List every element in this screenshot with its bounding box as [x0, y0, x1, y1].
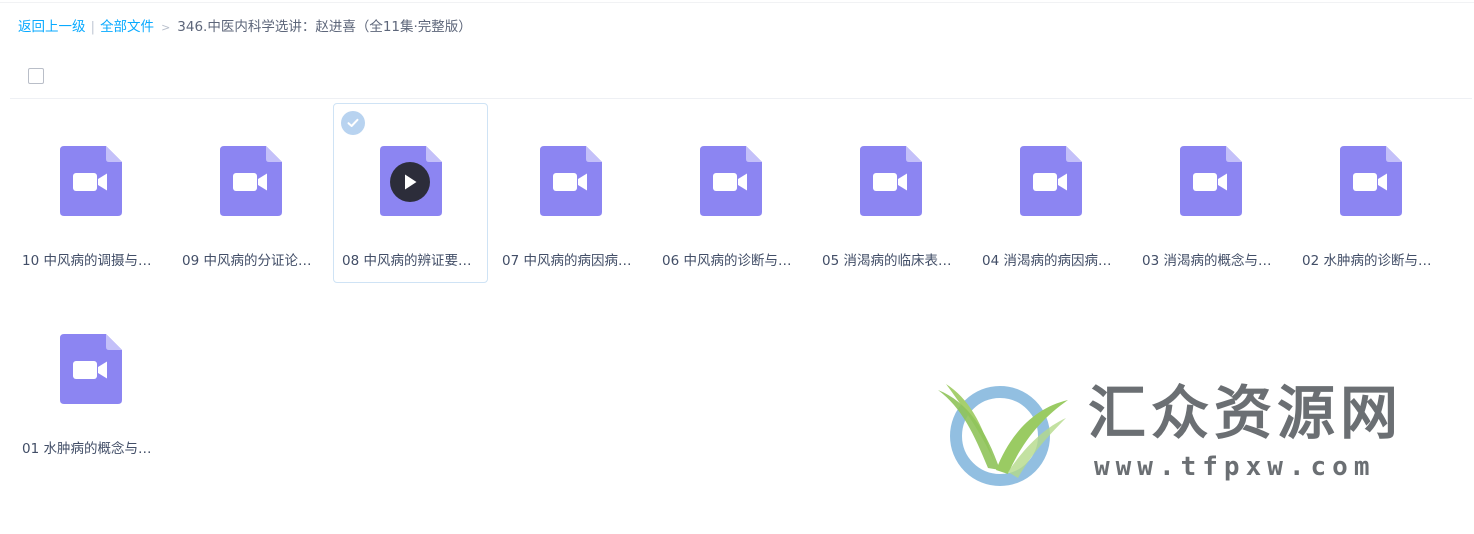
select-all-checkbox[interactable] [28, 68, 44, 84]
file-tile[interactable]: 04 消渴病的病因病机.mp4 [973, 103, 1128, 283]
file-name[interactable]: 06 中风病的诊断与鉴别.mp4 [662, 252, 802, 270]
breadcrumb-arrow: > [161, 21, 171, 34]
top-border [0, 2, 1474, 3]
video-file-icon [700, 146, 762, 216]
file-name[interactable]: 02 水肿病的诊断与治疗.mp4 [1302, 252, 1442, 270]
video-file-icon [60, 146, 122, 216]
current-folder: 346.中医内科学选讲：赵进喜（全11集·完整版） [177, 19, 472, 35]
file-name[interactable]: 10 中风病的调摄与预后.mp4 [22, 252, 162, 270]
file-tile-selected[interactable]: 08 中风病的辨证要点.mp4 [333, 103, 488, 283]
file-name[interactable]: 01 水肿病的概念与源流.mp4 [22, 440, 162, 458]
video-file-icon [860, 146, 922, 216]
file-tile[interactable]: 03 消渴病的概念与源流.mp4 [1133, 103, 1288, 283]
video-file-icon [1340, 146, 1402, 216]
toolbar-divider [10, 98, 1472, 99]
file-name[interactable]: 09 中风病的分证论治.mp4 [182, 252, 322, 270]
file-name[interactable]: 05 消渴病的临床表现.mp4 [822, 252, 962, 270]
breadcrumb: 返回上一级 | 全部文件 >346.中医内科学选讲：赵进喜（全11集·完整版） [18, 17, 472, 38]
file-tile[interactable]: 05 消渴病的临床表现.mp4 [813, 103, 968, 283]
video-file-icon [60, 334, 122, 404]
video-file-icon [540, 146, 602, 216]
video-file-icon [220, 146, 282, 216]
all-files-link[interactable]: 全部文件 [100, 19, 154, 35]
file-tile[interactable]: 02 水肿病的诊断与治疗.mp4 [1293, 103, 1448, 283]
file-tile[interactable]: 07 中风病的病因病机.mp4 [493, 103, 648, 283]
file-name[interactable]: 03 消渴病的概念与源流.mp4 [1142, 252, 1282, 270]
watermark-logo-icon [938, 384, 1068, 486]
breadcrumb-separator: | [90, 19, 96, 35]
file-tile[interactable]: 06 中风病的诊断与鉴别.mp4 [653, 103, 808, 283]
play-icon[interactable] [390, 162, 430, 202]
video-file-icon [380, 146, 442, 216]
back-link[interactable]: 返回上一级 [18, 19, 86, 35]
selected-check-icon[interactable] [341, 111, 365, 135]
video-file-icon [1180, 146, 1242, 216]
watermark-url: www.tfpxw.com [1094, 452, 1376, 482]
watermark: 汇众资源网 www.tfpxw.com [938, 378, 1438, 490]
video-file-icon [1020, 146, 1082, 216]
file-name[interactable]: 08 中风病的辨证要点.mp4 [342, 252, 482, 270]
file-tile[interactable]: 10 中风病的调摄与预后.mp4 [13, 103, 168, 283]
file-name[interactable]: 07 中风病的病因病机.mp4 [502, 252, 642, 270]
watermark-title: 汇众资源网 [1088, 379, 1404, 447]
file-name[interactable]: 04 消渴病的病因病机.mp4 [982, 252, 1122, 270]
file-tile[interactable]: 09 中风病的分证论治.mp4 [173, 103, 328, 283]
file-tile[interactable]: 01 水肿病的概念与源流.mp4 [13, 291, 168, 471]
